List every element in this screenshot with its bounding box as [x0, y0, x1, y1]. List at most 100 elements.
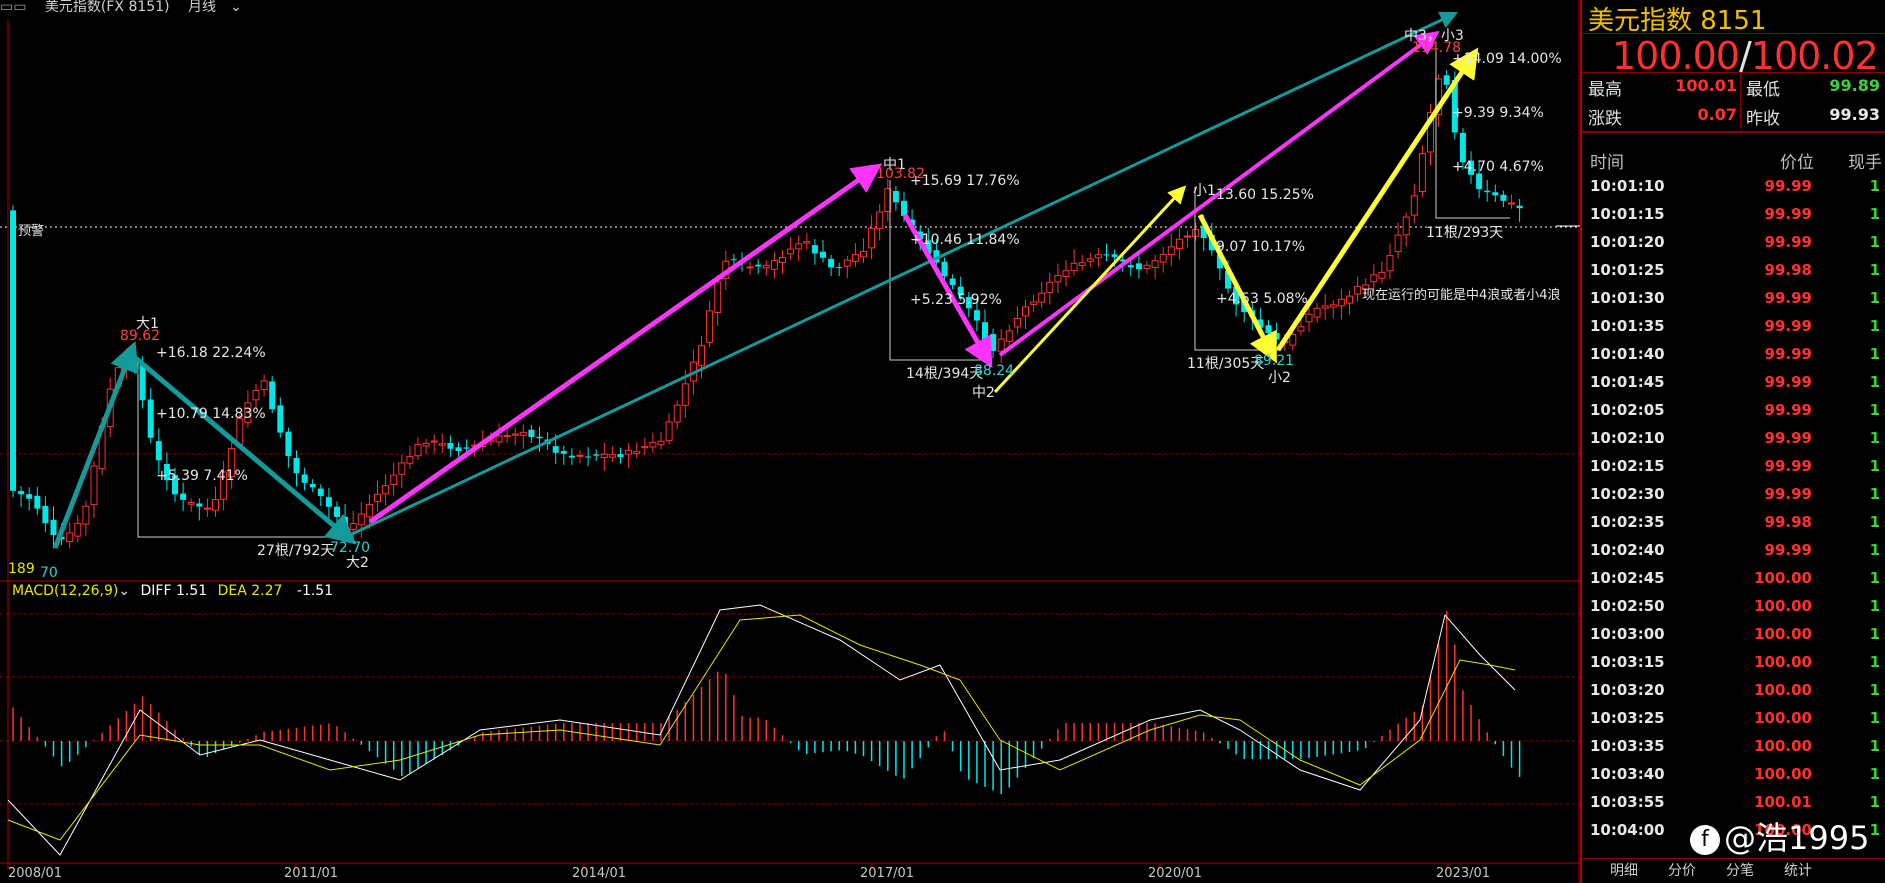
tick-price: 100.00 — [1754, 709, 1812, 727]
x1-level-3: +4.53 5.08% — [1216, 291, 1308, 307]
candle-body — [990, 333, 997, 352]
divider — [1740, 72, 1741, 130]
panel-tabs: 明细 分价 分笔 统计 — [1582, 860, 1885, 883]
tick-time: 10:01:45 — [1590, 373, 1665, 391]
tick-volume: 1 — [1869, 401, 1880, 419]
candle-body — [1005, 330, 1013, 342]
candle-body — [730, 259, 737, 261]
candle-body — [997, 338, 1005, 352]
candle-body — [762, 264, 770, 269]
candle-body — [203, 507, 211, 510]
x-axis-label: 2023/01 — [1436, 866, 1491, 881]
candle-body — [600, 453, 608, 459]
candle-body — [180, 493, 187, 500]
candle-body — [649, 441, 657, 448]
tick-row: 10:02:35 99.98 1 — [1582, 513, 1885, 541]
tick-time: 10:02:05 — [1590, 401, 1665, 419]
low-value: 99.89 — [1829, 76, 1880, 95]
watermark-text: @浩1995 — [1724, 819, 1870, 857]
candle-body — [714, 281, 722, 313]
candle-body — [568, 455, 575, 458]
tab-statistics[interactable]: 统计 — [1784, 860, 1812, 880]
x1-level-2: 9.07 10.17% — [1216, 239, 1306, 255]
candle-body — [1516, 205, 1523, 209]
candle-body — [430, 440, 438, 443]
tab-trades[interactable]: 分笔 — [1726, 860, 1754, 880]
candle-body — [1321, 305, 1329, 309]
teal-arrow-up-2 — [349, 11, 1459, 537]
candle-body — [560, 451, 567, 454]
candle-body — [390, 474, 398, 485]
tick-time: 10:04:00 — [1590, 821, 1665, 839]
zhong2-name: 中2 — [972, 385, 995, 401]
candle-body — [1022, 306, 1029, 317]
tick-volume: 1 — [1869, 653, 1880, 671]
candle-body — [511, 433, 519, 436]
xiao1-name: 小1 — [1193, 183, 1216, 199]
candle-body — [1046, 281, 1054, 293]
da1-price: 89.62 — [120, 328, 161, 344]
candle-body — [349, 523, 357, 530]
wave-arrows — [52, 11, 1479, 549]
candle-body — [293, 457, 300, 474]
tick-volume: 1 — [1869, 709, 1880, 727]
tick-row: 10:01:25 99.98 1 — [1582, 261, 1885, 289]
tick-price: 100.01 — [1754, 793, 1812, 811]
tick-row: 10:01:10 99.99 1 — [1582, 177, 1885, 205]
candle-body — [365, 504, 373, 518]
tick-price: 99.99 — [1764, 457, 1812, 475]
candle-body — [843, 259, 851, 267]
tab-detail[interactable]: 明细 — [1610, 860, 1638, 880]
tick-volume: 1 — [1869, 457, 1880, 475]
tick-time: 10:03:55 — [1590, 793, 1665, 811]
low-label: 最低 — [1746, 80, 1780, 100]
tick-row: 10:01:15 99.99 1 — [1582, 205, 1885, 233]
x-axis-label: 2020/01 — [1148, 866, 1203, 881]
candle-body — [1492, 192, 1499, 196]
tick-price: 99.99 — [1764, 345, 1812, 363]
divider — [1582, 131, 1885, 133]
macd-dea: DEA 2.27 — [217, 583, 283, 599]
candle-body — [398, 462, 406, 475]
change-label: 涨跌 — [1588, 109, 1622, 129]
candle-body — [212, 499, 219, 511]
da1-level-1: +16.18 22.24% — [156, 345, 266, 361]
candle-body — [1484, 190, 1491, 193]
candle-body — [1151, 260, 1159, 269]
candle-body — [455, 447, 462, 452]
tab-price-distribution[interactable]: 分价 — [1668, 860, 1696, 880]
tick-volume: 1 — [1869, 289, 1880, 307]
tick-price: 99.99 — [1764, 317, 1812, 335]
candle-body — [860, 250, 867, 258]
candle-body — [576, 454, 584, 457]
tick-volume: 1 — [1869, 569, 1880, 587]
candle-body — [463, 447, 470, 449]
tick-time: 10:03:35 — [1590, 737, 1665, 755]
candle-body — [374, 493, 381, 503]
tick-price: 100.00 — [1754, 569, 1812, 587]
tick-row: 10:02:40 99.99 1 — [1582, 541, 1885, 569]
candle-body — [422, 442, 430, 447]
price-chart-area[interactable]: ▭▭ 美元指数(FX 8151) 月线 ⌄ 2008/01 2011/01 20… — [0, 0, 1580, 883]
t-level-2: +9.39 9.34% — [1452, 105, 1544, 121]
warning-label: 预警 — [18, 224, 45, 239]
z1-bars: 14根/394天 — [906, 366, 984, 382]
candle-body — [876, 211, 884, 230]
candle-body — [552, 446, 559, 453]
tick-price: 99.99 — [1764, 541, 1812, 559]
macd-indicator-label[interactable]: MACD(12,26,9)⌄ DIFF 1.51 DEA 2.27 -1.51 — [12, 583, 333, 599]
candle-body — [382, 485, 390, 495]
tick-row: 10:03:20 100.00 1 — [1582, 681, 1885, 709]
tick-row: 10:03:00 100.00 1 — [1582, 625, 1885, 653]
tick-time: 10:03:15 — [1590, 653, 1665, 671]
candle-body — [1297, 326, 1305, 332]
candle-body — [593, 454, 600, 456]
candle-body — [82, 505, 90, 525]
high-value: 100.01 — [1675, 76, 1737, 95]
diff-line — [7, 604, 1516, 856]
candle-body — [755, 264, 762, 267]
candle-body — [196, 503, 203, 507]
candle-body — [1062, 270, 1070, 277]
candle-body — [1378, 271, 1386, 279]
candle-body — [1402, 216, 1410, 236]
